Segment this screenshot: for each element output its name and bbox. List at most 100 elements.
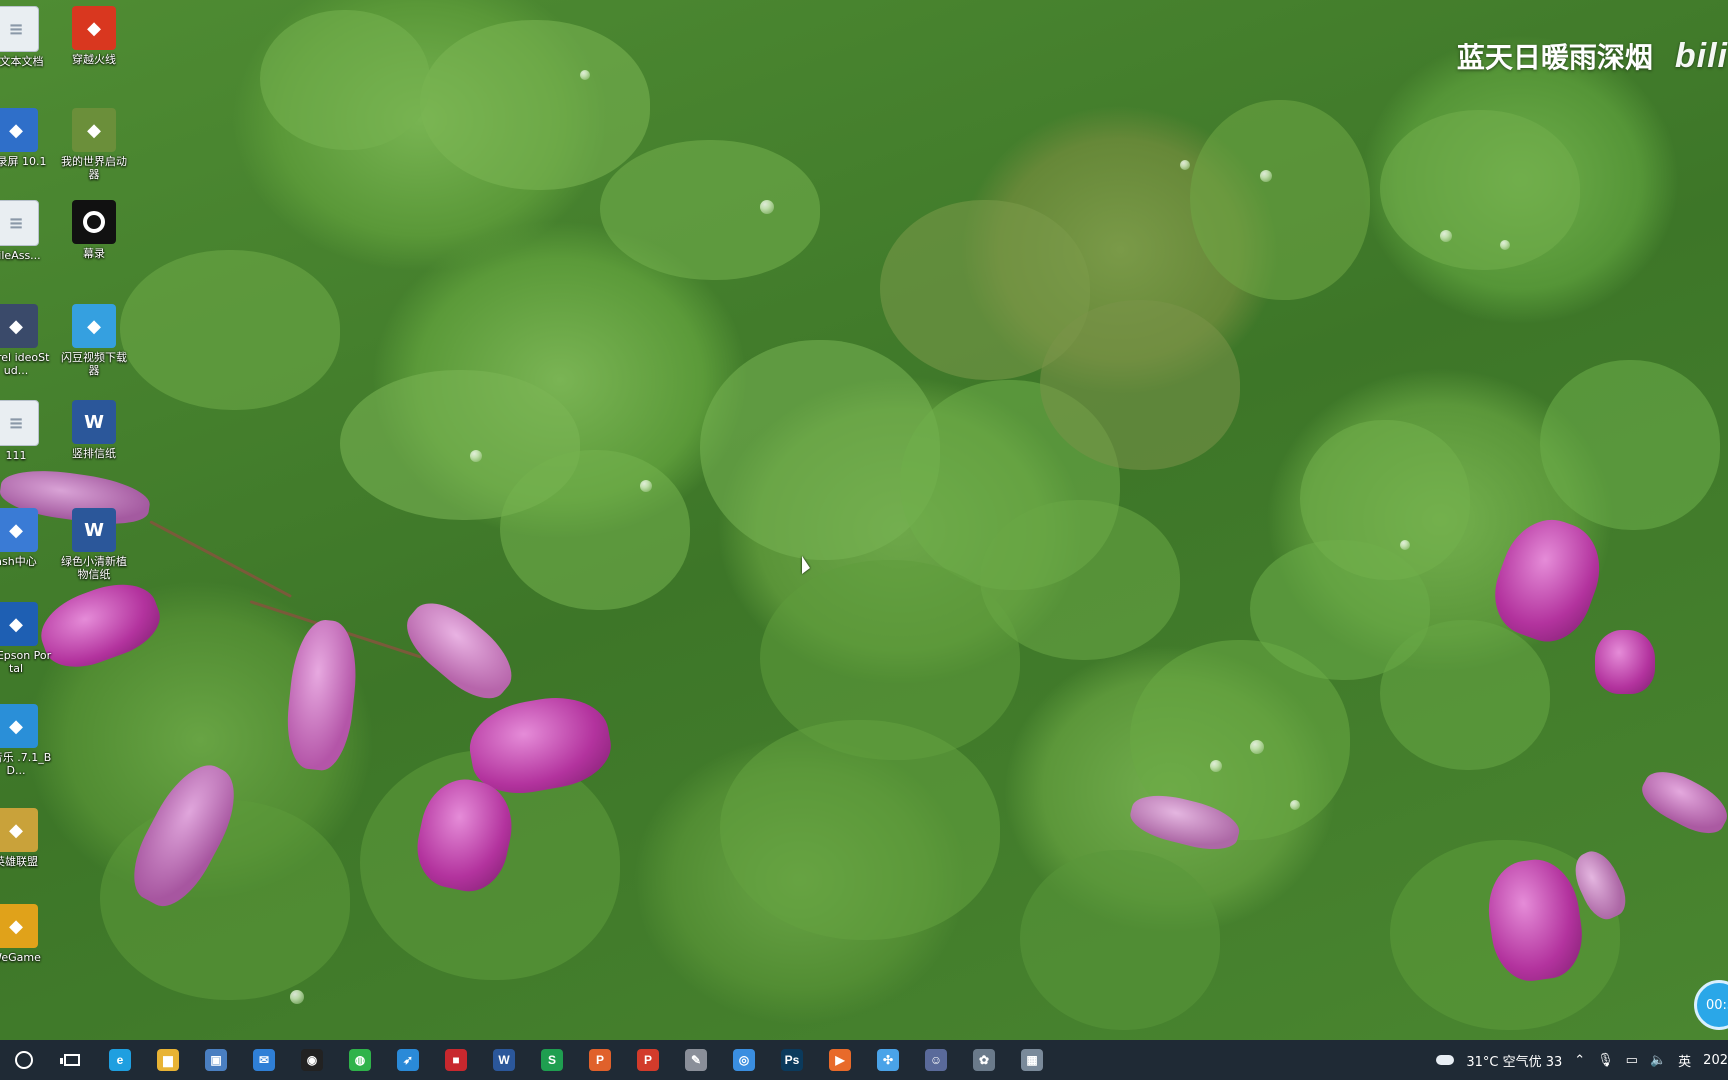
tray-expand-chevron-icon[interactable]: ⌃: [1574, 1053, 1585, 1068]
edge-icon: e: [109, 1049, 131, 1071]
wallpaper-leaf: [980, 500, 1180, 660]
taskbar-app-button[interactable]: ✣: [864, 1040, 912, 1080]
taskbar-app-button[interactable]: ◍: [336, 1040, 384, 1080]
desktop-icon[interactable]: W 竖排信纸: [58, 400, 130, 460]
calculator-icon: ▦: [1021, 1049, 1043, 1071]
taskbar-app-button[interactable]: ✎: [672, 1040, 720, 1080]
water-drop: [1440, 230, 1452, 242]
taskbar-app-button[interactable]: ➶: [384, 1040, 432, 1080]
file-explorer-icon: ▆: [157, 1049, 179, 1071]
desktop-icon[interactable]: ◆ MyEpson Portal: [0, 602, 52, 675]
taskbar-app-button[interactable]: ▣: [192, 1040, 240, 1080]
desktop-icon-label: 我音乐 .7.1_BD...: [0, 751, 52, 777]
water-drop: [1290, 800, 1300, 810]
taskbar-app-button[interactable]: ✿: [960, 1040, 1008, 1080]
wegame-icon: ◆: [0, 904, 38, 948]
desktop-icon-label: 穿越火线: [72, 53, 116, 66]
flower-bud: [1595, 630, 1655, 694]
desktop-icon[interactable]: ◆ Corel ideoStud...: [0, 304, 52, 377]
recorder-app-icon: ■: [445, 1049, 467, 1071]
taskbar-app-button[interactable]: P: [576, 1040, 624, 1080]
bilibili-logo: bili: [1674, 36, 1728, 75]
desktop-icon[interactable]: 幕录: [58, 200, 130, 260]
water-drop: [1260, 170, 1272, 182]
ime-language-indicator[interactable]: 英: [1678, 1051, 1691, 1070]
mouse-cursor-icon: [802, 556, 810, 574]
taskbar-app-button[interactable]: ◉: [288, 1040, 336, 1080]
file-icon: ≡: [0, 200, 39, 246]
desktop-icon[interactable]: ≡ 建文本文档: [0, 6, 52, 68]
wallpaper-leaf: [420, 20, 650, 190]
weather-cloud-icon[interactable]: [1436, 1055, 1455, 1065]
people-app-icon: ☺: [925, 1049, 947, 1071]
wallpaper-leaf: [600, 140, 820, 280]
taskbar-app-button[interactable]: W: [480, 1040, 528, 1080]
wallpaper-leaf: [1300, 420, 1470, 580]
wallpaper-leaf: [260, 10, 430, 150]
wallpaper-leaf: [720, 720, 1000, 940]
task-view-button[interactable]: [48, 1040, 96, 1080]
weather-text[interactable]: 31°C 空气优 33: [1466, 1051, 1562, 1070]
qq-icon: ◉: [301, 1049, 323, 1071]
network-icon[interactable]: ▭: [1626, 1053, 1638, 1068]
water-drop: [640, 480, 652, 492]
taskbar-app-button[interactable]: ▆: [144, 1040, 192, 1080]
watermark-text: 蓝天日暖雨深烟: [1456, 41, 1653, 74]
media-app-icon: ▶: [829, 1049, 851, 1071]
taskbar-app-button[interactable]: ■: [432, 1040, 480, 1080]
start-button[interactable]: [0, 1040, 48, 1080]
clock-date[interactable]: 202: [1703, 1053, 1728, 1068]
desktop-icon-label: bileAss...: [0, 249, 41, 262]
taskbar-app-button[interactable]: Ps: [768, 1040, 816, 1080]
flower-bud: [394, 588, 526, 712]
desktop-icon-label: 竖排信纸: [72, 447, 116, 460]
desktop-icon-label: 幕录: [83, 247, 105, 260]
desktop-icon[interactable]: ◆ WeGame: [0, 904, 52, 964]
desktop-icon-label: 绿色小清新植物信纸: [61, 555, 127, 581]
desktop-icon[interactable]: ◆ 我音乐 .7.1_BD...: [0, 704, 52, 777]
taskbar-app-button[interactable]: ✉: [240, 1040, 288, 1080]
desktop-icon[interactable]: ◆ 英雄联盟: [0, 808, 52, 868]
flower-stem: [149, 520, 292, 598]
desktop-icon-label: 我的世界启动器: [61, 155, 127, 181]
taskbar-pinned-apps: e ▆ ▣ ✉ ◉ ◍ ➶ ■ W S P P ✎ ◎ Ps ▶ ✣ ☺ ✿ ▦: [96, 1040, 1056, 1080]
network-app-icon: ✣: [877, 1049, 899, 1071]
flash-center-icon: ◆: [0, 508, 38, 552]
taskbar-app-button[interactable]: P: [624, 1040, 672, 1080]
taskbar-app-button[interactable]: ☺: [912, 1040, 960, 1080]
word-document-icon: W: [72, 508, 116, 552]
wechat-icon: ◍: [349, 1049, 371, 1071]
taskbar-app-button[interactable]: S: [528, 1040, 576, 1080]
flower-bud: [1634, 761, 1728, 843]
taskbar-app-button[interactable]: ▶: [816, 1040, 864, 1080]
water-drop: [1400, 540, 1410, 550]
word-icon: W: [493, 1049, 515, 1071]
taskbar-app-button[interactable]: ▦: [1008, 1040, 1056, 1080]
desktop-icon[interactable]: ≡ 111: [0, 400, 52, 462]
music-app-icon: ◆: [0, 704, 38, 748]
settings-icon: ✿: [973, 1049, 995, 1071]
desktop-icon[interactable]: ◆ ash中心: [0, 508, 52, 568]
desktop-icon-label: MyEpson Portal: [0, 649, 52, 675]
system-tray: 31°C 空气优 33 ⌃ 🎙 ▭ 🔈 英 202: [1430, 1040, 1728, 1080]
wallpaper-leaf: [120, 250, 340, 410]
desktop-icon-label: WeGame: [0, 951, 41, 964]
desktop-wallpaper: [0, 0, 1728, 1040]
desktop-icon[interactable]: W 绿色小清新植物信纸: [58, 508, 130, 581]
desktop-icon[interactable]: ◆ 穿越火线: [58, 6, 130, 66]
text-file-icon: ≡: [0, 400, 39, 446]
wallpaper-leaf: [500, 450, 690, 610]
taskbar-app-button[interactable]: e: [96, 1040, 144, 1080]
desktop-icon[interactable]: ◆ 我的世界启动器: [58, 108, 130, 181]
league-of-legends-icon: ◆: [0, 808, 38, 852]
taskbar-app-button[interactable]: ◎: [720, 1040, 768, 1080]
microphone-icon[interactable]: 🎙: [1597, 1053, 1614, 1068]
wallpaper-leaf: [1020, 850, 1220, 1030]
record-circle-icon: [72, 200, 116, 244]
taskbar: e ▆ ▣ ✉ ◉ ◍ ➶ ■ W S P P ✎ ◎ Ps ▶ ✣ ☺ ✿ ▦ 31°C 空气优 33 ⌃ 🎙 ▭ …: [0, 1040, 1728, 1080]
desktop-icon[interactable]: ≡ bileAss...: [0, 200, 52, 262]
volume-icon[interactable]: 🔈: [1650, 1053, 1666, 1068]
water-drop: [1180, 160, 1190, 170]
desktop-icon[interactable]: ◆ 级录屏 10.1: [0, 108, 52, 168]
desktop-icon[interactable]: ◆ 闪豆视频下载器: [58, 304, 130, 377]
